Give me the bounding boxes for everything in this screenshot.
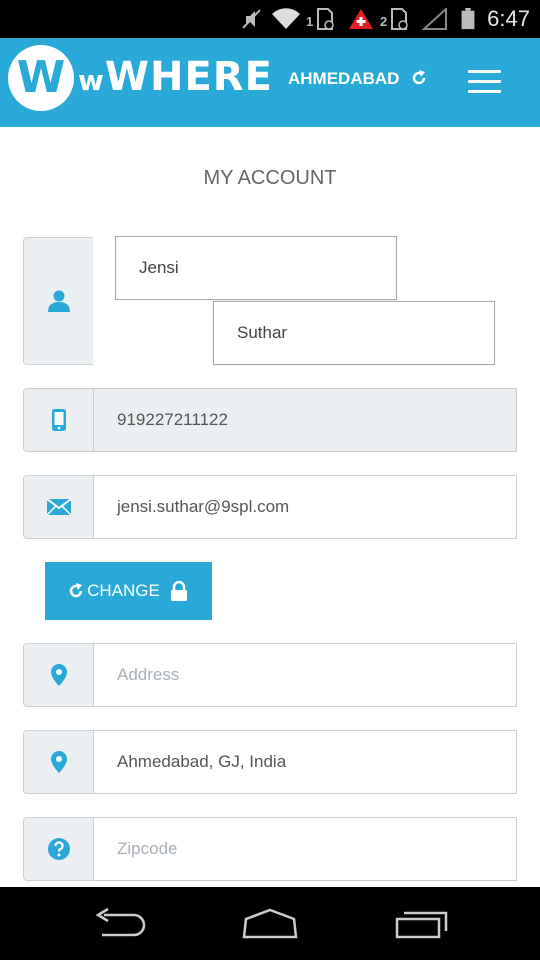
- zipcode-addon: [23, 817, 94, 881]
- menu-line: [468, 90, 501, 93]
- email-input[interactable]: jensi.suthar@9spl.com: [93, 475, 517, 539]
- refresh-icon: [69, 583, 83, 598]
- first-name-input[interactable]: Jensi: [115, 236, 397, 300]
- lock-icon: [170, 581, 187, 601]
- address-input[interactable]: Address: [93, 643, 517, 707]
- address-addon: [23, 643, 94, 707]
- last-name-input[interactable]: Suthar: [213, 301, 495, 365]
- location-addon: [23, 730, 94, 794]
- menu-line: [468, 70, 501, 73]
- mute-icon: [242, 9, 261, 29]
- hamburger-menu-button[interactable]: [468, 70, 501, 94]
- zipcode-input[interactable]: Zipcode: [93, 817, 517, 881]
- wifi-icon: [272, 8, 300, 29]
- map-marker-icon: [50, 664, 67, 686]
- menu-line: [468, 80, 501, 83]
- logo-badge-letter: W: [16, 52, 66, 103]
- mobile-phone-icon: [51, 409, 66, 431]
- page-title: MY ACCOUNT: [203, 167, 337, 189]
- status-bar: 1 2 6:47: [0, 0, 540, 38]
- change-button-label: CHANGE: [87, 581, 160, 600]
- question-circle-icon: [47, 838, 70, 860]
- map-marker-icon: [50, 751, 67, 773]
- clock: 6:47: [487, 6, 530, 31]
- logo-badge[interactable]: W: [8, 45, 74, 111]
- sim1-icon: [317, 8, 334, 30]
- logo-prefix: w: [78, 64, 105, 97]
- phone-addon: [23, 388, 94, 452]
- logo[interactable]: wWHERE: [78, 54, 273, 100]
- sim2-icon: [391, 8, 408, 30]
- email-addon: [23, 475, 94, 539]
- back-icon[interactable]: [94, 907, 146, 939]
- recent-apps-icon[interactable]: [394, 907, 450, 939]
- city-selector[interactable]: AHMEDABAD: [288, 69, 399, 89]
- signal-icon: [422, 8, 447, 30]
- sim2-label: 2: [380, 14, 388, 29]
- sim1-label: 1: [306, 14, 314, 29]
- refresh-icon[interactable]: [410, 69, 428, 87]
- phone-field: 919227211122: [93, 388, 517, 452]
- location-input[interactable]: Ahmedabad, GJ, India: [93, 730, 517, 794]
- home-icon[interactable]: [242, 907, 298, 939]
- change-password-button[interactable]: CHANGE: [45, 562, 212, 620]
- user-addon: [23, 237, 94, 365]
- user-icon: [47, 290, 70, 312]
- alert-icon: [349, 9, 373, 29]
- navigation-bar: [0, 887, 540, 960]
- envelope-icon: [45, 498, 72, 516]
- app-bar: W wWHERE AHMEDABAD: [0, 38, 540, 127]
- battery-icon: [461, 8, 475, 30]
- logo-text: WHERE: [104, 54, 273, 100]
